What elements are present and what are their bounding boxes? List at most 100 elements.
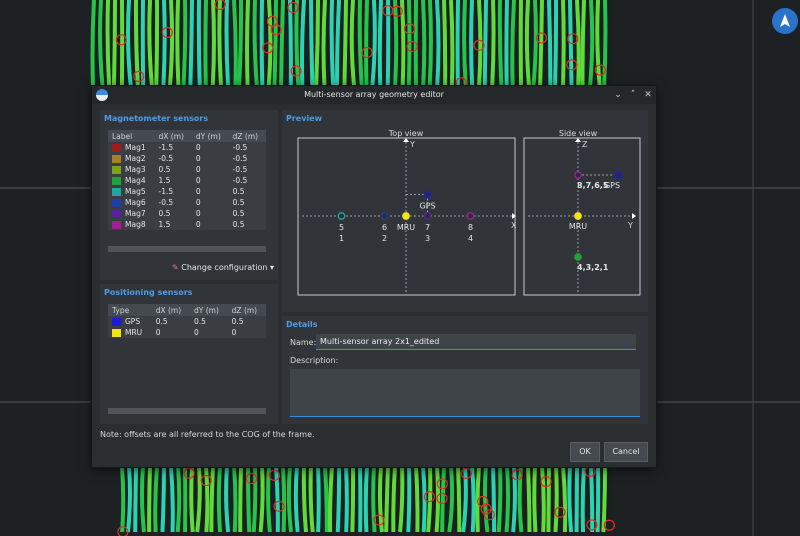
color-swatch: [112, 221, 121, 229]
cell-label[interactable]: Mag8: [108, 219, 154, 230]
y-axis-arrow-icon: [632, 213, 636, 219]
cell-dz[interactable]: -0.5: [229, 175, 266, 186]
cell-dy[interactable]: 0: [192, 208, 229, 219]
cell-dx[interactable]: 1.5: [154, 219, 191, 230]
col-dz[interactable]: dZ (m): [227, 304, 266, 316]
color-swatch: [112, 155, 121, 163]
cell-dy[interactable]: 0: [192, 142, 229, 153]
col-type[interactable]: Type: [108, 304, 152, 316]
row-label: Mag1: [125, 143, 146, 152]
change-configuration-button[interactable]: ✎ Change configuration ▾: [172, 263, 274, 272]
cell-dz[interactable]: -0.5: [229, 153, 266, 164]
cell-dy[interactable]: 0: [190, 327, 228, 338]
cell-dx[interactable]: 0: [152, 327, 190, 338]
positioning-title: Positioning sensors: [104, 288, 193, 297]
cell-dz[interactable]: 0: [228, 327, 266, 338]
table-row[interactable]: Mag8 1.5 0 0.5: [108, 219, 266, 230]
chevron-down-icon: ▾: [270, 263, 275, 272]
cell-label[interactable]: Mag7: [108, 208, 154, 219]
cell-dz[interactable]: 0.5: [229, 186, 266, 197]
cell-dx[interactable]: 0.5: [154, 164, 191, 175]
horizontal-scrollbar[interactable]: [108, 408, 266, 414]
cell-dy[interactable]: 0: [192, 186, 229, 197]
details-title: Details: [286, 320, 318, 329]
positioning-table[interactable]: Type dX (m) dY (m) dZ (m) GPS 0.5 0.5 0.5 MR…: [108, 304, 266, 338]
cell-dx[interactable]: -1.5: [154, 186, 191, 197]
point-label: 8: [468, 223, 473, 232]
sensor-point: [402, 212, 410, 220]
cell-label[interactable]: Mag2: [108, 153, 154, 164]
cell-dx[interactable]: 1.5: [154, 175, 191, 186]
point-sublabel: 1: [339, 234, 344, 243]
maximize-icon[interactable]: ˄: [627, 88, 639, 102]
cell-dx[interactable]: -0.5: [154, 153, 191, 164]
table-row[interactable]: GPS 0.5 0.5 0.5: [108, 316, 266, 327]
dialog-title: Multi-sensor array geometry editor: [304, 90, 444, 99]
cell-label[interactable]: Mag1: [108, 142, 154, 153]
cell-dx[interactable]: 0.5: [154, 208, 191, 219]
cell-dx[interactable]: 0.5: [152, 316, 190, 327]
table-row[interactable]: Mag2 -0.5 0 -0.5: [108, 153, 266, 164]
name-field[interactable]: Multi-sensor array 2x1_edited: [316, 334, 636, 350]
col-dz[interactable]: dZ (m): [228, 130, 266, 142]
col-dy[interactable]: dY (m): [191, 130, 229, 142]
cell-label[interactable]: Mag4: [108, 175, 154, 186]
table-row[interactable]: Mag7 0.5 0 0.5: [108, 208, 266, 219]
cell-dz[interactable]: 0.5: [229, 208, 266, 219]
cell-label[interactable]: MRU: [108, 327, 152, 338]
magnetometer-title: Magnetometer sensors: [104, 114, 209, 123]
point-label: 4,3,2,1: [577, 263, 609, 272]
cell-dy[interactable]: 0: [192, 175, 229, 186]
cancel-button[interactable]: Cancel: [604, 442, 648, 462]
table-row[interactable]: Mag6 -0.5 0 0.5: [108, 197, 266, 208]
col-dx[interactable]: dX (m): [154, 130, 192, 142]
cell-label[interactable]: Mag6: [108, 197, 154, 208]
point-label: MRU: [397, 223, 415, 232]
ok-button[interactable]: OK: [570, 442, 600, 462]
cell-dy[interactable]: 0: [192, 153, 229, 164]
point-sublabel: 3: [425, 234, 430, 243]
y-axis-label: Y: [627, 221, 633, 230]
magnetometer-table[interactable]: Label dX (m) dY (m) dZ (m) Mag1 -1.5 0 -0.5…: [108, 130, 266, 230]
cell-dy[interactable]: 0: [192, 164, 229, 175]
col-label[interactable]: Label: [108, 130, 155, 142]
sensor-point: [423, 212, 432, 220]
cell-label[interactable]: Mag5: [108, 186, 154, 197]
cell-label[interactable]: GPS: [108, 316, 152, 327]
row-label: MRU: [125, 328, 143, 337]
cell-dy[interactable]: 0.5: [190, 316, 228, 327]
cell-dz[interactable]: -0.5: [229, 142, 266, 153]
cell-label[interactable]: Mag3: [108, 164, 154, 175]
col-dy[interactable]: dY (m): [190, 304, 228, 316]
north-arrow-icon[interactable]: [772, 8, 798, 34]
table-row[interactable]: Mag3 0.5 0 -0.5: [108, 164, 266, 175]
cell-dz[interactable]: 0.5: [229, 219, 266, 230]
sensor-point: [574, 171, 582, 179]
col-dx[interactable]: dX (m): [151, 304, 190, 316]
cell-dy[interactable]: 0: [192, 197, 229, 208]
sensor-point: [614, 171, 622, 179]
table-row[interactable]: MRU 0 0 0: [108, 327, 266, 338]
color-swatch: [112, 199, 121, 207]
sensor-point: [380, 212, 389, 220]
details-panel: Details Name: Multi-sensor array 2x1_edi…: [282, 316, 648, 424]
sensor-point: [574, 253, 582, 261]
table-row[interactable]: Mag4 1.5 0 -0.5: [108, 175, 266, 186]
cell-dy[interactable]: 0: [192, 219, 229, 230]
cell-dz[interactable]: 0.5: [228, 316, 266, 327]
cell-dz[interactable]: -0.5: [229, 164, 266, 175]
cell-dx[interactable]: -1.5: [154, 142, 191, 153]
cell-dz[interactable]: 0.5: [229, 197, 266, 208]
row-label: Mag3: [125, 165, 146, 174]
cell-dx[interactable]: -0.5: [154, 197, 191, 208]
horizontal-scrollbar[interactable]: [108, 246, 266, 252]
color-swatch: [112, 329, 121, 337]
color-swatch: [112, 318, 121, 326]
sensor-point: [423, 190, 432, 199]
close-icon[interactable]: ✕: [642, 88, 654, 102]
minimize-icon[interactable]: ⌄: [612, 88, 624, 102]
change-configuration-label: Change configuration: [181, 263, 268, 272]
table-row[interactable]: Mag1 -1.5 0 -0.5: [108, 142, 266, 153]
table-row[interactable]: Mag5 -1.5 0 0.5: [108, 186, 266, 197]
description-field[interactable]: [290, 369, 640, 417]
